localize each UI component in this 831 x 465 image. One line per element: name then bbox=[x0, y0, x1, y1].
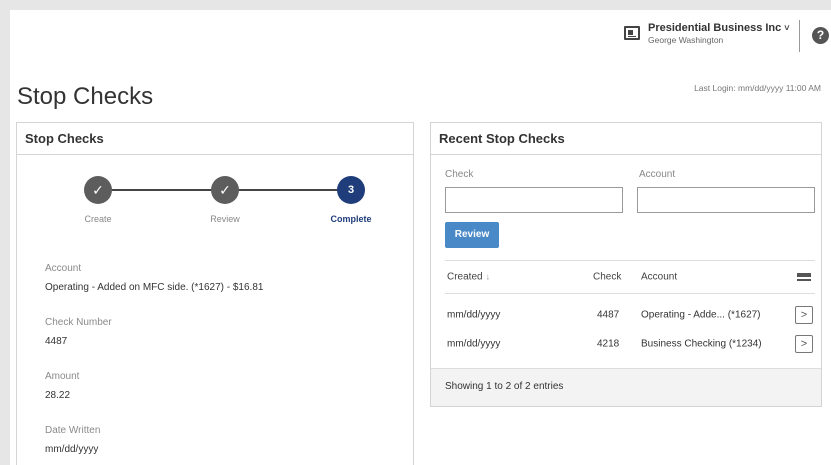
account-column-header[interactable]: Account bbox=[641, 272, 677, 283]
amount-field: Amount 28.22 bbox=[45, 371, 263, 401]
recent-stop-checks-panel: Recent Stop Checks Check Account Review … bbox=[430, 122, 822, 407]
account-value: Operating - Added on MFC side. (*1627) -… bbox=[45, 282, 264, 293]
progress-stepper: ✓ Create ✓ Review 3 Complete bbox=[17, 171, 413, 231]
last-login: Last Login: mm/dd/yyyy 11:00 AM bbox=[694, 83, 821, 93]
check-filter-label: Check bbox=[445, 169, 474, 180]
step-review-label: Review bbox=[210, 214, 240, 224]
check-number-field: Check Number 4487 bbox=[45, 317, 263, 347]
check-column-header[interactable]: Check bbox=[593, 272, 621, 283]
chevron-down-icon: ˅ bbox=[784, 23, 790, 33]
created-column-header[interactable]: Created ↓ bbox=[447, 272, 490, 283]
table-header: Created ↓ Check Account bbox=[445, 260, 815, 294]
account-filter-label: Account bbox=[639, 169, 676, 180]
step-create-label: Create bbox=[84, 214, 112, 224]
company-name-row: Presidential Business Inc ˅ bbox=[648, 22, 790, 34]
header-divider bbox=[799, 20, 800, 52]
recent-stop-checks-table: Created ↓ Check Account mm/dd/yyyy 4487 O… bbox=[445, 260, 815, 358]
page-title: Stop Checks bbox=[17, 83, 154, 110]
chevron-right-icon[interactable]: > bbox=[795, 305, 813, 324]
date-written-label: Date Written bbox=[45, 425, 101, 436]
review-button[interactable]: Review bbox=[445, 222, 499, 248]
account-cell: Operating - Adde... (*1627) bbox=[641, 309, 761, 320]
step-complete-number: 3 bbox=[337, 176, 365, 204]
top-bar: Presidential Business Inc ˅ George Washin… bbox=[10, 10, 831, 65]
table-row: mm/dd/yyyy 4487 Operating - Adde... (*16… bbox=[445, 300, 815, 329]
date-written-value: mm/dd/yyyy bbox=[45, 444, 99, 455]
check-number-label: Check Number bbox=[45, 317, 112, 328]
amount-value: 28.22 bbox=[45, 390, 71, 401]
account-filter-input[interactable] bbox=[637, 187, 815, 213]
account-cell: Business Checking (*1234) bbox=[641, 338, 762, 349]
help-icon[interactable]: ? bbox=[812, 27, 829, 44]
column-settings-icon[interactable] bbox=[797, 273, 811, 283]
check-filter-input[interactable] bbox=[445, 187, 623, 213]
check-number-value: 4487 bbox=[45, 336, 68, 347]
panel-title: Stop Checks bbox=[17, 123, 413, 155]
company-name: Presidential Business Inc bbox=[648, 22, 782, 34]
check-cell: 4487 bbox=[597, 309, 620, 320]
stop-checks-panel: Stop Checks ✓ Create ✓ Review 3 Complete… bbox=[16, 122, 414, 465]
business-card-icon bbox=[624, 26, 640, 40]
confirmation-details: Account Operating - Added on MFC side. (… bbox=[45, 263, 263, 455]
company-switcher[interactable]: Presidential Business Inc ˅ George Washin… bbox=[624, 22, 790, 45]
chevron-right-icon[interactable]: > bbox=[795, 334, 813, 353]
date-written-field: Date Written mm/dd/yyyy bbox=[45, 425, 263, 455]
step-complete-label: Complete bbox=[330, 214, 372, 224]
user-name: George Washington bbox=[648, 35, 724, 45]
entries-count: Showing 1 to 2 of 2 entries bbox=[445, 381, 564, 392]
panel-title: Recent Stop Checks bbox=[431, 123, 821, 155]
sort-down-icon: ↓ bbox=[485, 271, 491, 282]
created-cell: mm/dd/yyyy bbox=[447, 338, 501, 349]
step-create-check-icon: ✓ bbox=[84, 176, 112, 204]
created-header-label: Created bbox=[447, 271, 483, 283]
amount-label: Amount bbox=[45, 371, 80, 382]
table-row: mm/dd/yyyy 4218 Business Checking (*1234… bbox=[445, 329, 815, 358]
created-cell: mm/dd/yyyy bbox=[447, 309, 501, 320]
company-info: Presidential Business Inc ˅ George Washin… bbox=[648, 22, 790, 45]
check-cell: 4218 bbox=[597, 338, 620, 349]
account-field: Account Operating - Added on MFC side. (… bbox=[45, 263, 263, 293]
app-frame: Presidential Business Inc ˅ George Washin… bbox=[10, 10, 831, 465]
step-review-check-icon: ✓ bbox=[211, 176, 239, 204]
account-label: Account bbox=[45, 263, 82, 274]
table-footer: Showing 1 to 2 of 2 entries bbox=[431, 368, 821, 406]
